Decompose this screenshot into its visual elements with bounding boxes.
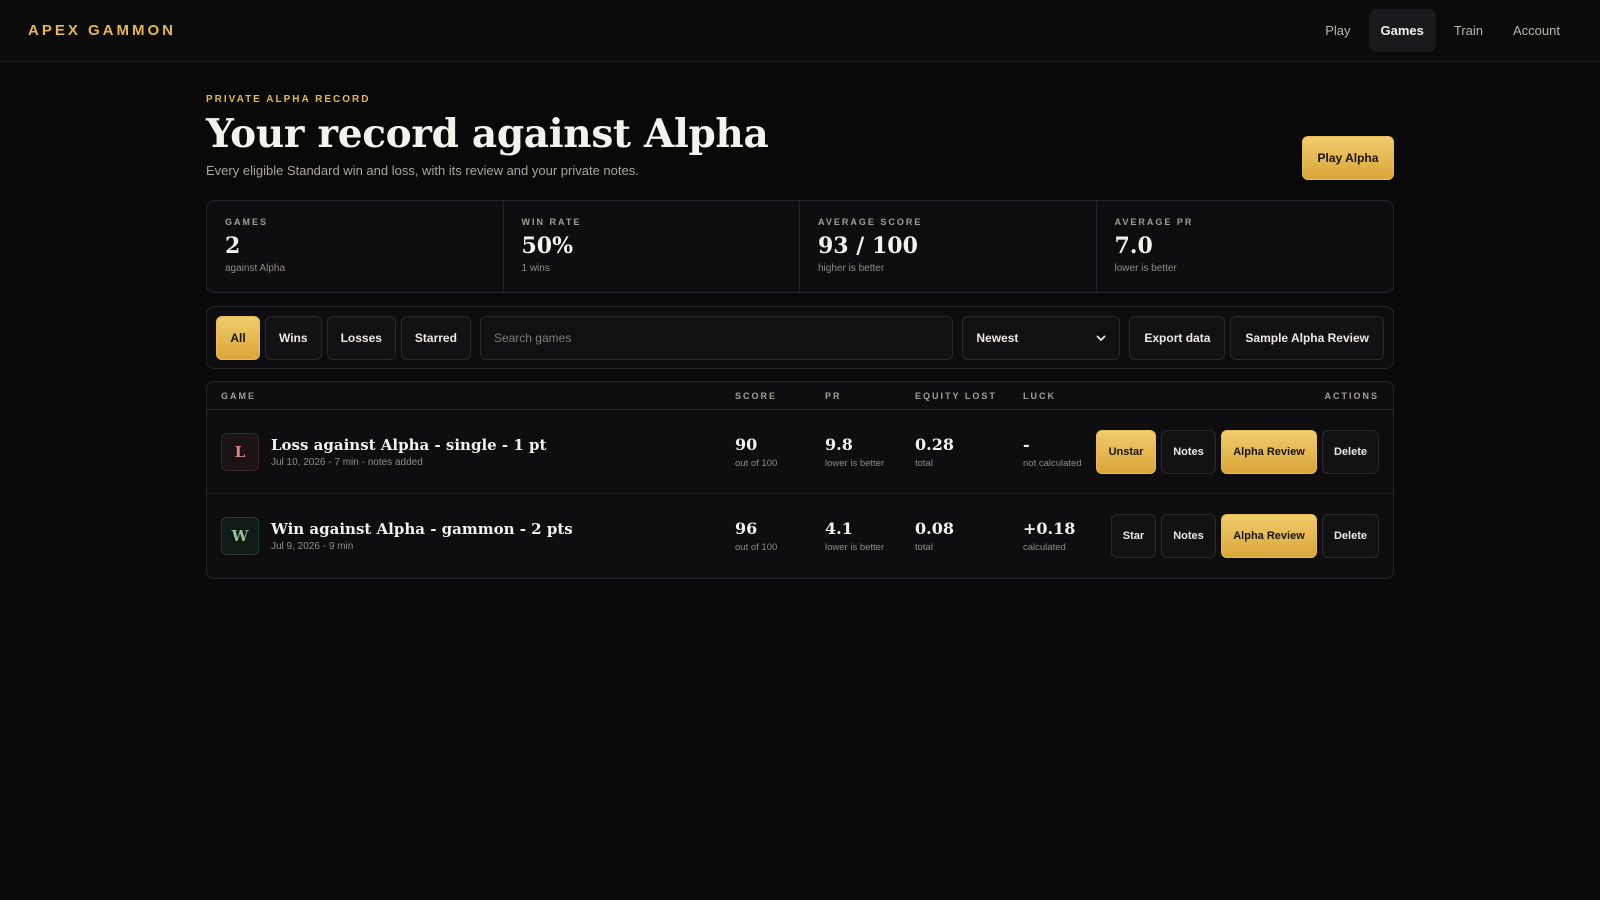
stat-label: AVERAGE SCORE (818, 217, 923, 227)
filter-all-button[interactable]: All (216, 315, 260, 360)
table-header: GAME SCORE PR EQUITY LOST LUCK ACTIONS (207, 382, 1393, 410)
alpha-review-button[interactable]: Alpha Review (1221, 429, 1317, 474)
column-header-game: GAME (221, 390, 256, 401)
pr-sub: lower is better (825, 542, 885, 553)
sample-alpha-review-button[interactable]: Sample Alpha Review (1230, 315, 1384, 360)
loss-badge: L (221, 432, 259, 471)
nav-account[interactable]: Account (1501, 9, 1572, 52)
chevron-down-icon (1096, 335, 1106, 341)
filter-toolbar: All Wins Losses Starred Newest Export da… (206, 306, 1394, 369)
stat-sub: lower is better (1114, 263, 1177, 274)
nav-train[interactable]: Train (1442, 9, 1495, 52)
score-value: 96 (735, 519, 758, 538)
equity-sub: total (915, 542, 933, 553)
alpha-review-button[interactable]: Alpha Review (1221, 514, 1317, 558)
luck-value: - (1023, 434, 1030, 454)
column-header-equity-lost: EQUITY LOST (915, 390, 997, 401)
notes-button[interactable]: Notes (1161, 429, 1216, 474)
column-header-pr: PR (825, 390, 842, 401)
main-content: PRIVATE ALPHA RECORD Your record against… (206, 62, 1394, 579)
table-row: W Win against Alpha - gammon - 2 pts Jul… (207, 494, 1393, 578)
pr-value: 9.8 (825, 434, 853, 454)
page-title: Your record against Alpha (206, 111, 769, 157)
play-alpha-button[interactable]: Play Alpha (1302, 136, 1394, 180)
stat-value: 7.0 (1114, 233, 1153, 259)
export-data-button[interactable]: Export data (1129, 315, 1226, 360)
luck-value: +0.18 (1023, 519, 1076, 538)
column-header-luck: LUCK (1023, 390, 1056, 401)
games-table: GAME SCORE PR EQUITY LOST LUCK ACTIONS L… (206, 381, 1394, 579)
luck-sub: calculated (1023, 542, 1066, 553)
score-cell: 96 out of 100 (735, 519, 825, 553)
stat-sub: against Alpha (225, 263, 286, 274)
game-meta: Jul 9, 2026 - 9 min (271, 541, 354, 552)
equity-value: 0.08 (915, 519, 954, 538)
stat-label: AVERAGE PR (1114, 217, 1194, 227)
page-eyebrow: PRIVATE ALPHA RECORD (206, 94, 371, 105)
column-header-score: SCORE (735, 390, 778, 401)
equity-cell: 0.28 total (915, 435, 1023, 469)
game-meta: Jul 10, 2026 - 7 min - notes added (271, 456, 423, 468)
page-subtitle: Every eligible Standard win and loss, wi… (206, 163, 639, 178)
game-title[interactable]: Win against Alpha - gammon - 2 pts (271, 520, 573, 538)
main-nav: Play Games Train Account (1313, 9, 1572, 52)
brand-logo[interactable]: APEX GAMMON (28, 22, 176, 39)
stat-value: 50% (521, 233, 574, 259)
win-badge: W (221, 517, 259, 555)
delete-button[interactable]: Delete (1322, 514, 1379, 558)
score-sub: out of 100 (735, 542, 778, 553)
luck-cell: - not calculated (1023, 435, 1095, 469)
game-cell: L Loss against Alpha - single - 1 pt Jul… (221, 432, 735, 471)
score-sub: out of 100 (735, 457, 778, 469)
column-header-actions: ACTIONS (1324, 390, 1379, 401)
star-button[interactable]: Star (1111, 514, 1156, 558)
top-nav-bar: APEX GAMMON Play Games Train Account (0, 0, 1600, 62)
stat-value: 2 (225, 233, 241, 259)
sort-select-value: Newest (976, 330, 1019, 345)
delete-button[interactable]: Delete (1322, 429, 1379, 474)
pr-sub: lower is better (825, 457, 885, 469)
score-cell: 90 out of 100 (735, 435, 825, 469)
stat-label: WIN RATE (521, 217, 582, 227)
filter-losses-button[interactable]: Losses (326, 315, 396, 360)
search-input[interactable] (479, 315, 954, 360)
luck-sub: not calculated (1023, 457, 1082, 469)
stat-sub: higher is better (818, 263, 885, 274)
pr-cell: 4.1 lower is better (825, 519, 915, 553)
pr-cell: 9.8 lower is better (825, 435, 915, 469)
table-row: L Loss against Alpha - single - 1 pt Jul… (207, 410, 1393, 494)
equity-value: 0.28 (915, 434, 954, 454)
row-actions: Star Notes Alpha Review Delete (1095, 514, 1379, 558)
stat-average-score: AVERAGE SCORE 93 / 100 higher is better (800, 201, 1097, 292)
game-title[interactable]: Loss against Alpha - single - 1 pt (271, 436, 546, 454)
equity-cell: 0.08 total (915, 519, 1023, 553)
pr-value: 4.1 (825, 519, 853, 538)
sort-select[interactable]: Newest (962, 315, 1121, 360)
nav-games[interactable]: Games (1368, 9, 1436, 52)
row-actions: Unstar Notes Alpha Review Delete (1095, 429, 1379, 474)
stat-value: 93 / 100 (818, 233, 918, 259)
stat-average-pr: AVERAGE PR 7.0 lower is better (1097, 201, 1394, 292)
equity-sub: total (915, 457, 933, 469)
stat-label: GAMES (225, 217, 269, 227)
luck-cell: +0.18 calculated (1023, 519, 1095, 553)
nav-play[interactable]: Play (1313, 9, 1362, 52)
stats-panel: GAMES 2 against Alpha WIN RATE 50% 1 win… (206, 200, 1394, 293)
filter-starred-button[interactable]: Starred (400, 315, 471, 360)
stat-win-rate: WIN RATE 50% 1 wins (504, 201, 800, 292)
game-cell: W Win against Alpha - gammon - 2 pts Jul… (221, 517, 735, 555)
notes-button[interactable]: Notes (1161, 514, 1216, 558)
unstar-button[interactable]: Unstar (1096, 429, 1156, 474)
stat-sub: 1 wins (521, 263, 550, 274)
score-value: 90 (735, 434, 758, 454)
filter-wins-button[interactable]: Wins (265, 315, 322, 360)
stat-games: GAMES 2 against Alpha (207, 201, 504, 292)
